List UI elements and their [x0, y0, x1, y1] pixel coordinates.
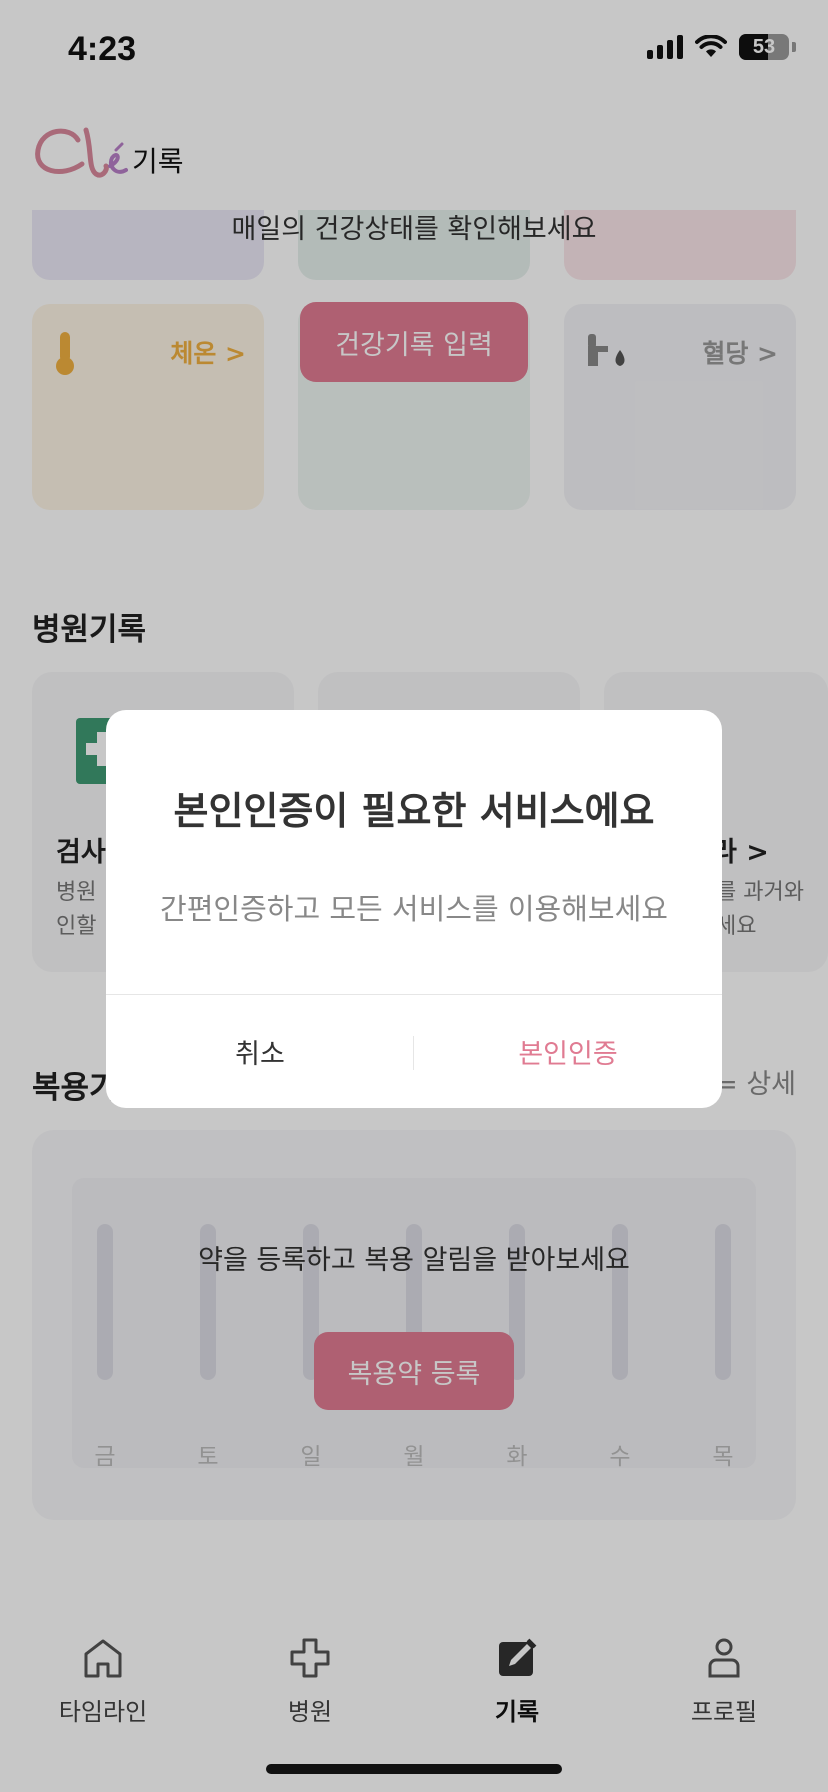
verify-identity-button[interactable]: 본인인증 — [414, 995, 722, 1108]
dialog-title: 본인인증이 필요한 서비스에요 — [173, 789, 655, 833]
home-indicator — [266, 1764, 562, 1774]
dialog-message: 간편인증하고 모든 서비스를 이용해보세요 — [160, 892, 668, 926]
cancel-button[interactable]: 취소 — [106, 995, 414, 1108]
auth-required-dialog: 본인인증이 필요한 서비스에요 간편인증하고 모든 서비스를 이용해보세요 취소… — [106, 710, 722, 1108]
